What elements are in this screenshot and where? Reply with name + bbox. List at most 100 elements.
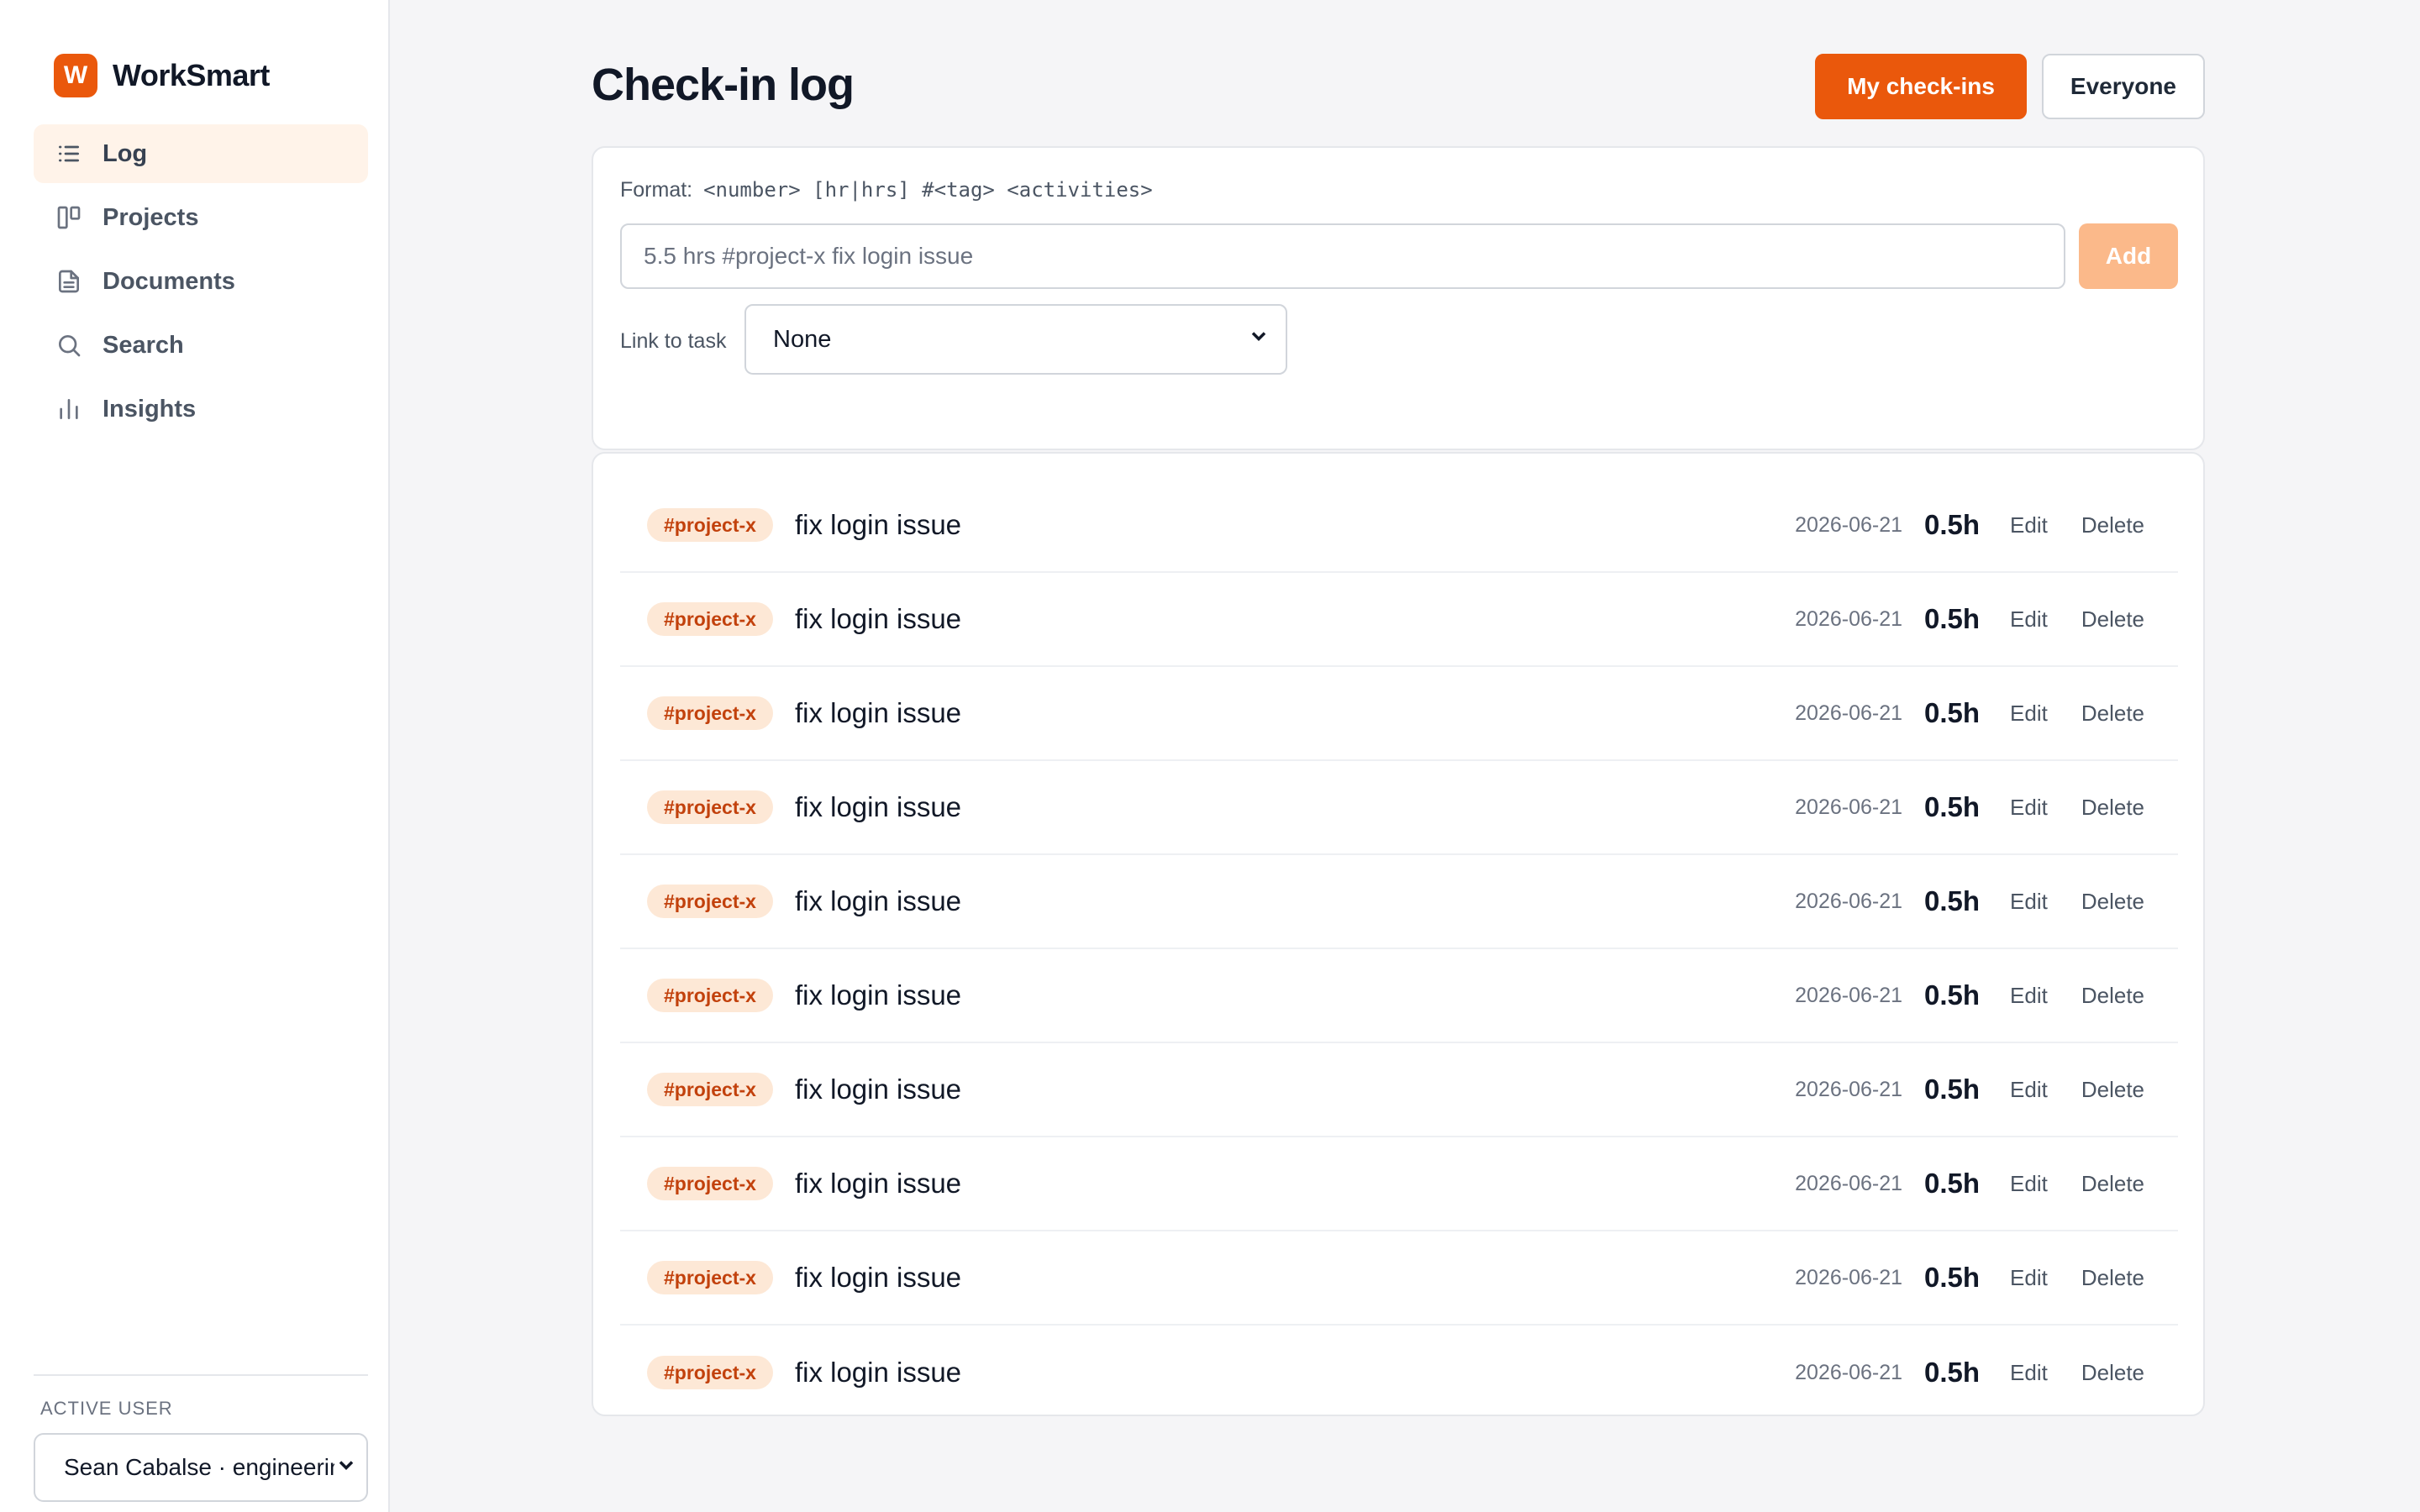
delete-button[interactable]: Delete [2081, 606, 2144, 633]
checkin-row: #project-x fix login issue 2026-06-21 0.5h E… [620, 761, 2178, 855]
tag-badge[interactable]: #project-x [647, 1261, 773, 1294]
checkin-row: #project-x fix login issue 2026-06-21 0.5h E… [620, 1137, 2178, 1231]
checkin-date: 2026-06-21 [1795, 1265, 1903, 1289]
view-toggle: My check-ins Everyone [1815, 54, 2205, 119]
link-to-task-label: Link to task [620, 329, 727, 353]
delete-button[interactable]: Delete [2081, 701, 2144, 727]
sidebar-item-documents[interactable]: Documents [34, 252, 368, 311]
checkin-list: #project-x fix login issue 2026-06-21 0.5h E… [620, 479, 2178, 1420]
delete-button[interactable]: Delete [2081, 795, 2144, 821]
sidebar-nav: Log Projects Documents Search Insights [34, 124, 368, 444]
brand[interactable]: W WorkSmart [54, 54, 270, 97]
delete-button[interactable]: Delete [2081, 1360, 2144, 1386]
brand-name: WorkSmart [113, 58, 270, 92]
checkin-entry-card: Format: <number> [hr|hrs] #<tag> <activi… [592, 146, 2205, 450]
checkin-hours: 0.5h [1924, 1074, 1981, 1105]
edit-button[interactable]: Edit [2010, 512, 2048, 538]
checkin-row: #project-x fix login issue 2026-06-21 0.5h E… [620, 667, 2178, 761]
delete-button[interactable]: Delete [2081, 512, 2144, 538]
bar-chart-icon [55, 396, 82, 423]
checkin-activity: fix login issue [794, 791, 962, 822]
tag-badge[interactable]: #project-x [647, 885, 773, 918]
kanban-icon [55, 204, 82, 231]
edit-button[interactable]: Edit [2010, 1265, 2048, 1291]
checkin-hours: 0.5h [1924, 1357, 1981, 1388]
edit-button[interactable]: Edit [2010, 983, 2048, 1009]
link-to-task-select[interactable]: None [744, 304, 1287, 375]
sidebar-item-insights[interactable]: Insights [34, 380, 368, 438]
edit-button[interactable]: Edit [2010, 1077, 2048, 1103]
everyone-button[interactable]: Everyone [2041, 54, 2205, 119]
active-user-label: ACTIVE USER [40, 1398, 173, 1419]
tag-badge[interactable]: #project-x [647, 508, 773, 542]
tag-badge[interactable]: #project-x [647, 790, 773, 824]
sidebar-item-label: Log [103, 139, 148, 167]
sidebar-item-log[interactable]: Log [34, 124, 368, 183]
checkin-hours: 0.5h [1924, 1262, 1981, 1293]
checkin-row: #project-x fix login issue 2026-06-21 0.5h E… [620, 949, 2178, 1043]
checkin-date: 2026-06-21 [1795, 1171, 1903, 1195]
tag-badge[interactable]: #project-x [647, 602, 773, 636]
checkin-activity: fix login issue [794, 509, 962, 540]
active-user-section: ACTIVE USER Sean Cabalse · engineering [34, 1374, 368, 1502]
link-to-task-value: None [773, 325, 832, 353]
edit-button[interactable]: Edit [2010, 701, 2048, 727]
checkin-row: #project-x fix login issue 2026-06-21 0.5h E… [620, 1043, 2178, 1137]
checkin-date: 2026-06-21 [1795, 512, 1903, 537]
format-hint: Format: <number> [hr|hrs] #<tag> <activi… [620, 178, 1153, 202]
sidebar-item-label: Documents [103, 267, 235, 295]
tag-badge[interactable]: #project-x [647, 1356, 773, 1389]
checkin-hours: 0.5h [1924, 979, 1981, 1011]
checkin-input[interactable] [620, 223, 2065, 289]
checkin-row: #project-x fix login issue 2026-06-21 0.5h E… [620, 1326, 2178, 1420]
sidebar-item-search[interactable]: Search [34, 316, 368, 375]
my-checkins-button[interactable]: My check-ins [1815, 54, 2027, 119]
checkin-activity: fix login issue [794, 1168, 962, 1199]
checkin-hours: 0.5h [1924, 603, 1981, 634]
checkin-hours: 0.5h [1924, 509, 1981, 540]
checkin-activity: fix login issue [794, 697, 962, 728]
active-user-select[interactable]: Sean Cabalse · engineering [34, 1433, 368, 1502]
tag-badge[interactable]: #project-x [647, 979, 773, 1012]
checkin-row: #project-x fix login issue 2026-06-21 0.5h E… [620, 479, 2178, 573]
checkin-hours: 0.5h [1924, 885, 1981, 916]
add-button[interactable]: Add [2079, 223, 2178, 289]
document-icon [55, 268, 82, 295]
sidebar-item-label: Search [103, 331, 184, 359]
checkin-hours: 0.5h [1924, 791, 1981, 822]
checkin-list-card: #project-x fix login issue 2026-06-21 0.5h E… [592, 452, 2205, 1416]
checkin-activity: fix login issue [794, 1074, 962, 1105]
edit-button[interactable]: Edit [2010, 1171, 2048, 1197]
delete-button[interactable]: Delete [2081, 1171, 2144, 1197]
tag-badge[interactable]: #project-x [647, 696, 773, 730]
sidebar-item-label: Projects [103, 203, 199, 231]
checkin-row: #project-x fix login issue 2026-06-21 0.5h E… [620, 855, 2178, 949]
active-user-value: Sean Cabalse · engineering [64, 1454, 334, 1480]
sidebar: W WorkSmart Log Projects Documents Searc… [0, 0, 390, 1512]
edit-button[interactable]: Edit [2010, 1360, 2048, 1386]
chevron-down-icon [334, 1453, 358, 1483]
checkin-date: 2026-06-21 [1795, 889, 1903, 913]
delete-button[interactable]: Delete [2081, 889, 2144, 915]
checkin-row: #project-x fix login issue 2026-06-21 0.5h E… [620, 573, 2178, 667]
edit-button[interactable]: Edit [2010, 795, 2048, 821]
tag-badge[interactable]: #project-x [647, 1073, 773, 1106]
checkin-activity: fix login issue [794, 1357, 962, 1388]
checkin-date: 2026-06-21 [1795, 1077, 1903, 1101]
edit-button[interactable]: Edit [2010, 606, 2048, 633]
tag-badge[interactable]: #project-x [647, 1167, 773, 1200]
checkin-date: 2026-06-21 [1795, 1360, 1903, 1384]
delete-button[interactable]: Delete [2081, 1265, 2144, 1291]
checkin-date: 2026-06-21 [1795, 606, 1903, 631]
checkin-row: #project-x fix login issue 2026-06-21 0.5h E… [620, 1231, 2178, 1326]
delete-button[interactable]: Delete [2081, 1077, 2144, 1103]
edit-button[interactable]: Edit [2010, 889, 2048, 915]
delete-button[interactable]: Delete [2081, 983, 2144, 1009]
checkin-date: 2026-06-21 [1795, 983, 1903, 1007]
format-label: Format: [620, 178, 693, 202]
sidebar-item-projects[interactable]: Projects [34, 188, 368, 247]
format-syntax: <number> [hr|hrs] #<tag> <activities> [703, 178, 1153, 202]
checkin-activity: fix login issue [794, 979, 962, 1011]
checkin-activity: fix login issue [794, 1262, 962, 1293]
checkin-hours: 0.5h [1924, 697, 1981, 728]
